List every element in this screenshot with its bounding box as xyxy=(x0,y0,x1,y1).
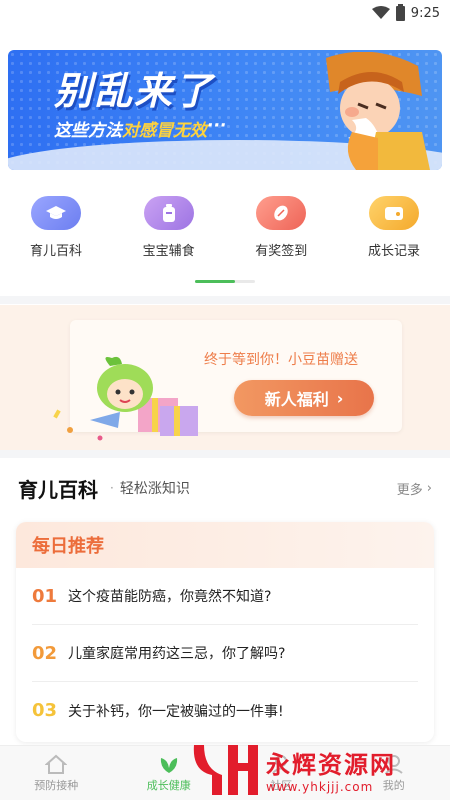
daily-recommend-card: 每日推荐 01 这个疫苗能防癌，你竟然不知道? 02 儿童家庭常用药这三忌，你了… xyxy=(16,522,434,742)
chevron-right-icon: › xyxy=(336,388,344,408)
new-user-benefit-button[interactable]: 新人福利 › xyxy=(234,380,374,416)
wifi-icon xyxy=(371,6,390,19)
item-number: 01 xyxy=(32,585,58,607)
item-title: 这个疫苗能防癌，你竟然不知道? xyxy=(68,589,272,605)
divider xyxy=(0,450,450,458)
status-time: 9:25 xyxy=(410,5,440,21)
item-title: 关于补钙，你一定被骗过的一件事! xyxy=(68,703,284,720)
daily-recommend-title: 每日推荐 xyxy=(32,536,104,557)
banner-subtitle-prefix: 这些方法 xyxy=(54,121,122,141)
section-separator: · xyxy=(110,481,114,495)
watermark-url: www.yhkjjj.com xyxy=(266,779,374,794)
banner-subtitle-highlight: 对感冒无效 xyxy=(122,121,207,141)
new-user-promo[interactable]: 终于等到你！小豆苗赠送 新人福利 › xyxy=(0,305,450,450)
banner-subtitle: 这些方法 对感冒无效 ··· xyxy=(54,116,226,141)
watermark-name: 永辉资源网 xyxy=(266,750,396,779)
top-banner[interactable]: 别乱来了 这些方法 对感冒无效 ··· xyxy=(8,50,442,170)
parenting-wiki-section-header: 育儿百科 · 轻松涨知识 更多 › xyxy=(0,468,450,508)
bean-icon xyxy=(256,196,307,230)
promo-button-label: 新人福利 xyxy=(264,390,329,409)
list-item[interactable]: 01 这个疫苗能防癌，你竟然不知道? xyxy=(32,568,418,625)
sick-child-illustration xyxy=(326,52,430,170)
category-checkin-reward[interactable]: 有奖签到 xyxy=(243,196,319,266)
leaf-icon xyxy=(160,757,177,773)
category-baby-food[interactable]: 宝宝辅食 xyxy=(131,196,207,266)
banner-subtitle-suffix: ··· xyxy=(207,116,227,136)
tab-vaccination[interactable]: 预防接种 xyxy=(0,746,113,800)
list-item[interactable]: 03 关于补钙，你一定被骗过的一件事! xyxy=(32,682,418,739)
category-label: 育儿百科 xyxy=(29,244,82,259)
tab-label: 预防接种 xyxy=(34,778,79,792)
promo-message: 终于等到你！小豆苗赠送 xyxy=(204,352,358,368)
status-bar: 9:25 xyxy=(0,0,450,26)
more-link[interactable]: 更多 › xyxy=(397,479,432,498)
category-label: 宝宝辅食 xyxy=(142,244,195,259)
category-grid: 育儿百科 宝宝辅食 有奖签到 成长记录 xyxy=(0,196,450,266)
grid-page-indicator xyxy=(195,280,255,283)
item-number: 02 xyxy=(32,642,58,664)
daily-recommend-header: 每日推荐 xyxy=(16,522,434,568)
chevron-right-icon: › xyxy=(426,480,432,496)
section-subtitle: 轻松涨知识 xyxy=(119,481,190,497)
battery-icon xyxy=(395,3,405,21)
watermark-logo xyxy=(193,745,258,795)
home-icon xyxy=(45,754,68,774)
category-label: 有奖签到 xyxy=(255,244,308,259)
tab-label: 成长健康 xyxy=(146,778,191,792)
graduation-cap-icon xyxy=(31,196,81,230)
more-label: 更多 xyxy=(396,482,423,498)
item-title: 儿童家庭常用药这三忌，你了解吗? xyxy=(68,646,286,662)
category-parenting-wiki[interactable]: 育儿百科 xyxy=(18,196,94,266)
site-watermark: 永辉资源网 www.yhkjjj.com xyxy=(190,738,450,800)
banner-title: 别乱来了 xyxy=(54,69,215,113)
item-number: 03 xyxy=(32,700,58,721)
section-title: 育儿百科 xyxy=(18,477,98,502)
category-growth-record[interactable]: 成长记录 xyxy=(356,196,432,266)
list-item[interactable]: 02 儿童家庭常用药这三忌，你了解吗? xyxy=(32,625,418,682)
baby-bottle-icon xyxy=(143,196,194,230)
mascot-gift-illustration xyxy=(53,356,198,441)
wallet-icon xyxy=(368,196,419,230)
divider xyxy=(0,296,450,304)
category-label: 成长记录 xyxy=(367,244,420,259)
